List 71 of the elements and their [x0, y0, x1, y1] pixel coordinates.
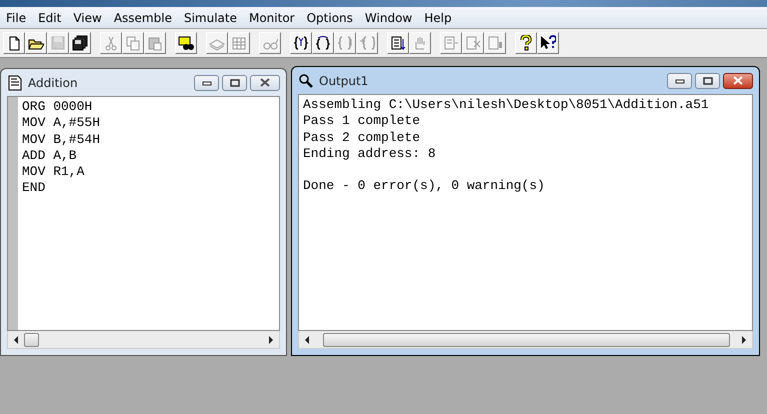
close-icon: [732, 76, 744, 85]
braces-arrow-icon: [359, 35, 375, 51]
binoculars-icon: [178, 35, 194, 51]
braces-arrow-icon: [337, 35, 353, 51]
toolbar-button[interactable]: [290, 32, 312, 54]
menu-item[interactable]: Monitor: [244, 10, 303, 24]
window-title: Addition: [28, 76, 78, 90]
left-arrow-icon: [303, 336, 311, 344]
restore-button[interactable]: [222, 74, 247, 90]
text-line: Pass 2 complete: [303, 130, 422, 146]
document-bar-icon: [487, 35, 503, 51]
document-cross-icon: [465, 35, 481, 51]
text-line: END: [22, 180, 46, 197]
toolbar-button[interactable]: [537, 32, 559, 54]
floppy-disks-icon: [72, 35, 88, 51]
menu-item[interactable]: View: [69, 10, 110, 24]
text-line: Ending address: 8: [303, 146, 437, 162]
toolbar-button[interactable]: [3, 32, 25, 54]
toolbar-button[interactable]: [387, 32, 409, 54]
minimize-icon: [202, 80, 212, 86]
question-mark-icon: [518, 35, 534, 51]
restore-button[interactable]: [695, 72, 720, 88]
text-line: Pass 1 complete: [303, 113, 422, 130]
toolbar-button[interactable]: [175, 32, 197, 54]
text-line: ORG 0000H: [22, 99, 94, 116]
menu-item[interactable]: Edit: [34, 10, 70, 24]
text-area[interactable]: ORG 0000H MOV A,#55H MOV B,#54H ADD A,B MOV R1,A END: [7, 96, 280, 331]
right-arrow-icon: [267, 336, 275, 344]
text-line: ADD A,B: [22, 148, 78, 164]
minimize-icon: [674, 78, 684, 84]
minimize-button[interactable]: [194, 74, 219, 90]
toolbar-button[interactable]: [69, 32, 91, 54]
restore-icon: [230, 78, 240, 86]
list-arrow-icon: [390, 35, 406, 51]
grid-icon: [231, 35, 247, 51]
text-line: Done - 0 error(s), 0 warning(s): [303, 178, 546, 195]
toolbar-button[interactable]: [25, 32, 47, 54]
close-icon: [259, 78, 271, 87]
minimize-button[interactable]: [667, 72, 692, 88]
menu-item[interactable]: File: [2, 10, 34, 24]
toolbar-button[interactable]: [312, 32, 334, 54]
document-arrow-icon: [443, 35, 459, 51]
menu-item[interactable]: Help: [420, 10, 460, 24]
text-line: MOV R1,A: [22, 164, 86, 180]
close-button[interactable]: [723, 72, 753, 88]
restore-icon: [702, 76, 712, 84]
text-line: MOV A,#55H: [22, 115, 100, 132]
menu-item[interactable]: Window: [360, 10, 420, 24]
braces-icon: [293, 35, 309, 51]
horizontal-scrollbar[interactable]: [298, 331, 753, 349]
close-button[interactable]: [250, 74, 280, 90]
scroll-thumb[interactable]: [24, 332, 39, 346]
window-title: Output1: [319, 74, 368, 88]
scissors-icon: [103, 35, 119, 51]
toolbar-button[interactable]: [515, 32, 537, 54]
magnifier-icon: [298, 72, 314, 88]
menu-item[interactable]: Simulate: [180, 10, 245, 24]
text-area[interactable]: Assembling C:\Users\nilesh\Desktop\8051\Addition.a51 Pass 1 complete Pass 2 complete Ending address: 8 Done - 0 error(s), 0 warning(s): [298, 94, 753, 331]
clipboard-icon: [147, 35, 163, 51]
text-line: Assembling C:\Users\nilesh\Desktop\8051\Addition.a51: [303, 97, 709, 114]
braces-arrow-icon: [315, 35, 331, 51]
asm-file-icon: [7, 74, 23, 90]
horizontal-scrollbar[interactable]: [7, 331, 280, 349]
menu-item[interactable]: Assemble: [110, 10, 180, 24]
copy-icon: [125, 35, 141, 51]
right-arrow-icon: [740, 336, 748, 344]
text-line: MOV B,#54H: [22, 132, 100, 148]
pointer-question-icon: [540, 35, 556, 51]
scroll-thumb[interactable]: [323, 332, 730, 346]
left-arrow-icon: [12, 336, 20, 344]
menu-item[interactable]: Options: [302, 10, 361, 24]
